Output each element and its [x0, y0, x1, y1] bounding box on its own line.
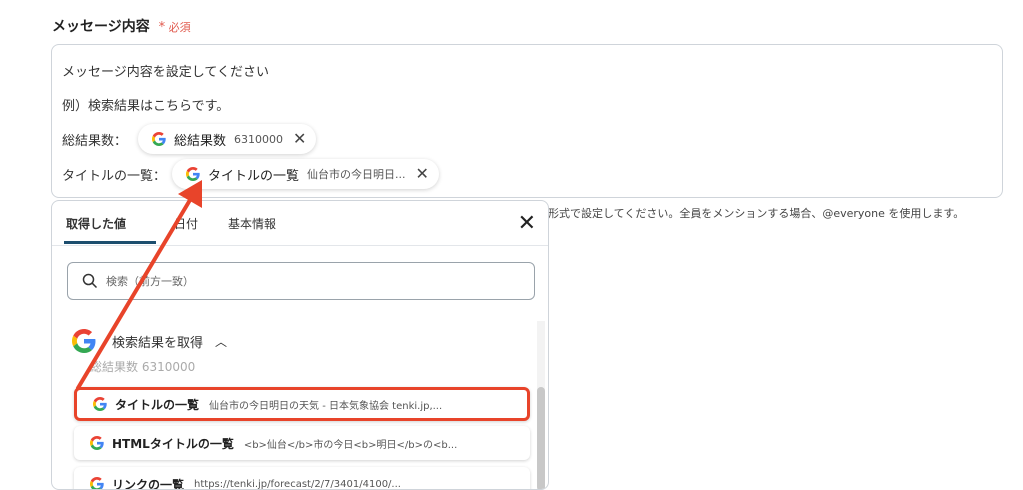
list-item-title-list[interactable]: タイトルの一覧 仙台市の今日明日の天気 - 日本気象協会 tenki.jp,..…	[74, 387, 530, 421]
editor-line-1: メッセージ内容を設定してください	[62, 61, 269, 80]
section-header-search-results[interactable]: 検索結果を取得 ︿	[72, 329, 227, 353]
chip-remove-icon[interactable]: ✕	[293, 131, 306, 147]
scrollbar-thumb[interactable]	[537, 387, 545, 490]
google-icon	[152, 132, 166, 146]
item-value: https://tenki.jp/forecast/2/7/3401/4100/…	[194, 479, 401, 490]
google-logo-icon	[72, 329, 96, 353]
search-input[interactable]	[104, 274, 508, 289]
chip-name: タイトルの一覧	[208, 165, 299, 184]
editor-line-2: 例）検索結果はこちらです。	[62, 95, 229, 114]
field-hint-text: 形式で設定してください。全員をメンションする場合、@everyone を使用しま…	[548, 205, 964, 221]
variable-picker-panel: 取得した値 日付 基本情報 ✕ 総結果数 6310000 検索結果を取得 ︿ タ…	[51, 200, 549, 490]
message-editor[interactable]: メッセージ内容を設定してください 例）検索結果はこちらです。 総結果数： タイト…	[51, 44, 1003, 198]
list-item-link-list[interactable]: リンクの一覧 https://tenki.jp/forecast/2/7/340…	[74, 467, 530, 490]
required-badge: * 必須	[159, 21, 191, 34]
list-item-html-title-list[interactable]: HTMLタイトルの一覧 <b>仙台</b>市の今日<b>明日</b>の<b...	[74, 426, 530, 460]
google-icon	[186, 167, 200, 181]
search-box[interactable]	[67, 262, 535, 300]
active-tab-indicator	[64, 241, 156, 244]
tab-acquired-values[interactable]: 取得した値	[66, 215, 126, 232]
message-field-label: メッセージ内容 * 必須	[52, 16, 191, 36]
picker-tabs: 取得した値 日付 基本情報 ✕	[52, 201, 548, 246]
chip-remove-icon[interactable]: ✕	[416, 166, 429, 182]
field-label-text: メッセージ内容	[52, 19, 150, 35]
google-icon	[93, 397, 107, 411]
tab-basic-info[interactable]: 基本情報	[228, 215, 276, 232]
item-name: HTMLタイトルの一覧	[112, 435, 234, 452]
variable-chip-title-list[interactable]: タイトルの一覧 仙台市の今日明日... ✕	[172, 159, 439, 189]
close-icon[interactable]: ✕	[518, 213, 536, 235]
item-value: <b>仙台</b>市の今日<b>明日</b>の<b...	[244, 436, 457, 451]
required-mark: *	[159, 20, 166, 35]
tab-date[interactable]: 日付	[174, 215, 198, 232]
search-icon	[82, 273, 98, 289]
editor-line-4-label: タイトルの一覧：	[62, 165, 166, 184]
list-item-partial: 総結果数 6310000	[90, 358, 195, 375]
item-value: 仙台市の今日明日の天気 - 日本気象協会 tenki.jp,...	[209, 397, 442, 412]
variable-chip-total-results[interactable]: 総結果数 6310000 ✕	[138, 124, 316, 154]
editor-line-3-label: 総結果数：	[62, 130, 127, 149]
google-icon	[90, 436, 104, 450]
section-title: 検索結果を取得	[112, 332, 203, 351]
required-label: 必須	[169, 21, 191, 34]
chevron-up-icon[interactable]: ︿	[215, 333, 227, 350]
item-name: リンクの一覧	[112, 476, 184, 490]
chip-value: 6310000	[234, 133, 283, 146]
chip-value: 仙台市の今日明日...	[307, 166, 406, 182]
item-name: タイトルの一覧	[115, 396, 199, 413]
chip-name: 総結果数	[174, 130, 226, 149]
google-icon	[90, 477, 104, 490]
